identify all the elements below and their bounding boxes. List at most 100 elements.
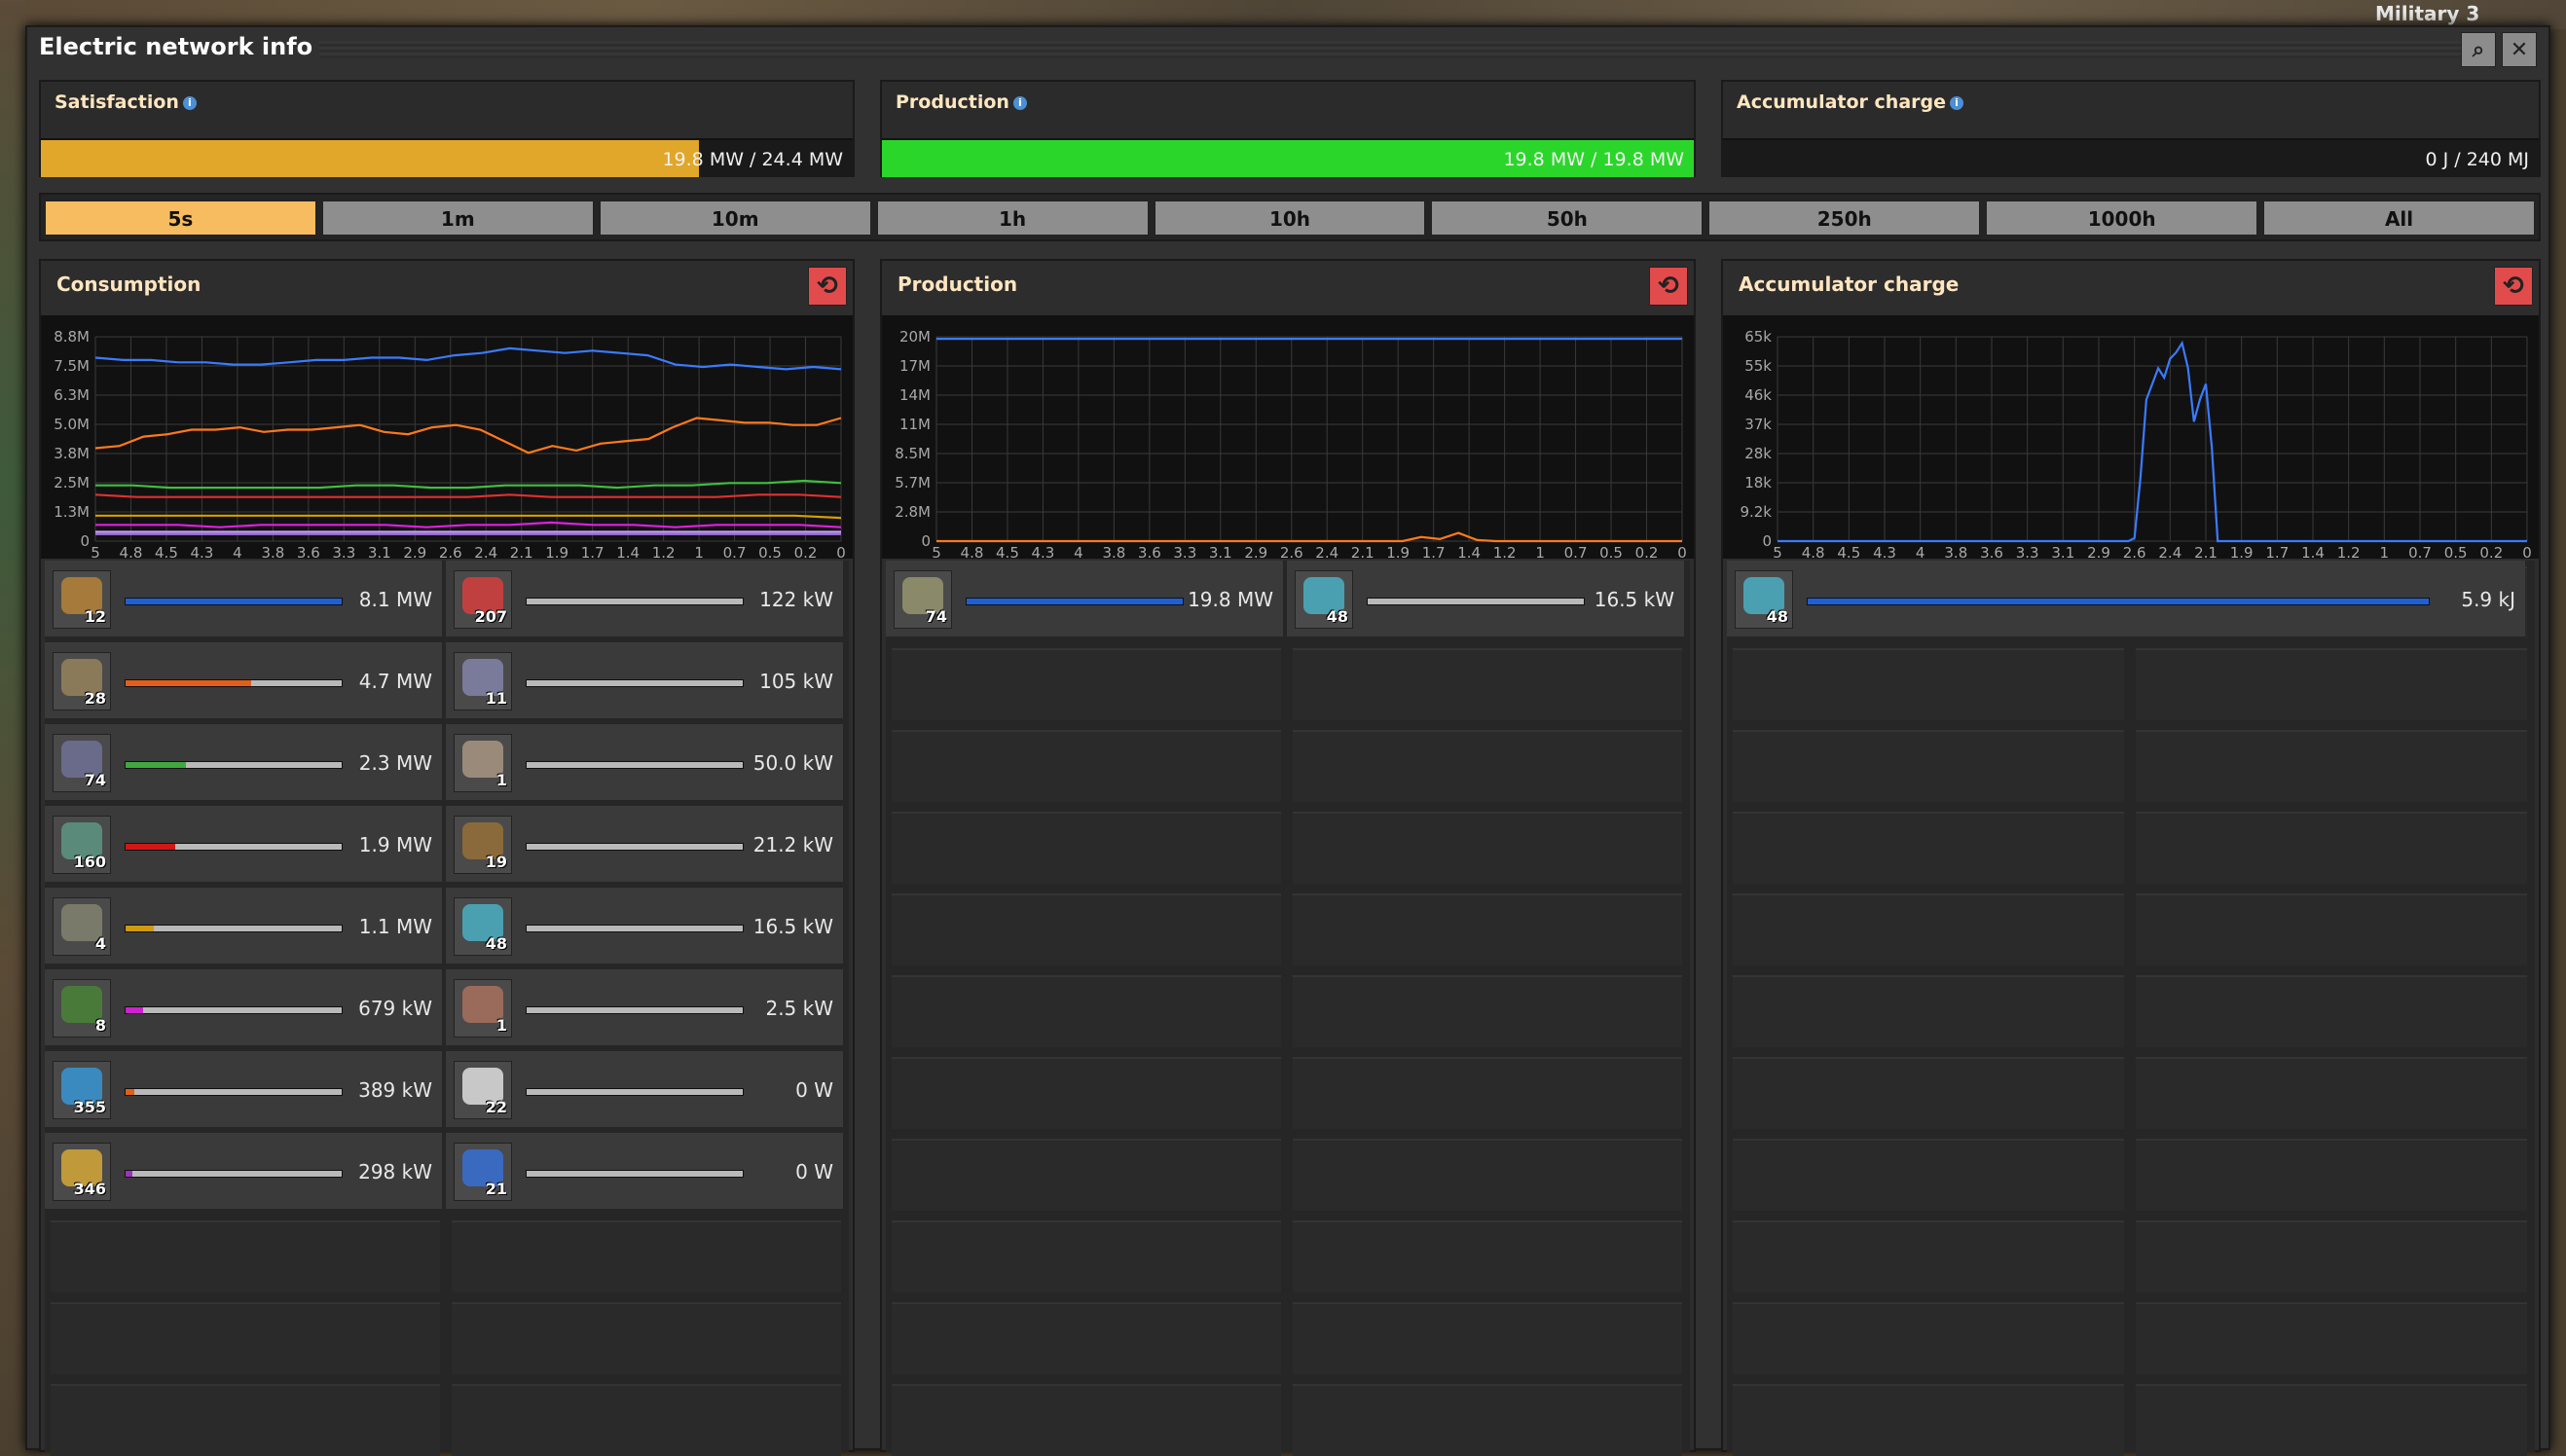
chem-plant-icon[interactable]: 8 <box>53 979 111 1037</box>
reset-icon: ⟲ <box>817 272 838 301</box>
satisfaction-panel: Satisfaction i 19.8 MW / 24.4 MW <box>39 80 855 177</box>
usage-bar <box>125 1088 343 1096</box>
entity-row[interactable]: 22 0 W <box>446 1051 843 1129</box>
entity-row[interactable]: 355 389 kW <box>45 1051 442 1129</box>
time-button-50h[interactable]: 50h <box>1431 200 1704 236</box>
info-icon[interactable]: i <box>182 95 197 110</box>
usage-bar <box>125 1006 343 1014</box>
entity-row[interactable]: 74 2.3 MW <box>45 724 442 802</box>
empty-slot <box>892 893 1281 965</box>
entity-row[interactable]: 8 679 kW <box>45 969 442 1047</box>
globe-icon[interactable]: 21 <box>454 1143 512 1201</box>
reset-button[interactable]: ⟲ <box>1649 267 1688 306</box>
miner-icon[interactable]: 74 <box>53 734 111 792</box>
entity-row[interactable]: 11 105 kW <box>446 642 843 720</box>
roboport-icon[interactable]: 1 <box>454 734 512 792</box>
title-bar[interactable]: Electric network info ⌕ ✕ <box>27 27 2548 72</box>
satisfaction-label: Satisfaction <box>55 91 179 113</box>
x-tick-label: 5 <box>91 544 100 559</box>
accumulator-icon[interactable]: 48 <box>1295 570 1353 629</box>
time-button-10h[interactable]: 10h <box>1154 200 1426 236</box>
graph-background <box>1723 315 2539 559</box>
entity-row[interactable]: 19 21.2 kW <box>446 806 843 884</box>
entity-row[interactable]: 21 0 W <box>446 1133 843 1211</box>
time-button-all[interactable]: All <box>2263 200 2535 236</box>
x-tick-label: 2.6 <box>439 544 462 559</box>
entity-row[interactable]: 28 4.7 MW <box>45 642 442 720</box>
reset-button[interactable]: ⟲ <box>2494 267 2533 306</box>
satisfaction-bar: 19.8 MW / 24.4 MW <box>41 138 853 177</box>
accumulator-value: 0 J / 240 MJ <box>2425 149 2529 170</box>
inserter-icon[interactable]: 207 <box>454 570 512 629</box>
lab-icon[interactable]: 11 <box>454 652 512 710</box>
time-button-1h[interactable]: 1h <box>876 200 1149 236</box>
refinery-icon[interactable]: 4 <box>53 897 111 956</box>
y-tick-label: 3.8M <box>54 445 90 462</box>
x-tick-label: 2.9 <box>1244 544 1267 559</box>
belt-inserter-icon[interactable]: 355 <box>53 1061 111 1119</box>
lamp-icon[interactable]: 22 <box>454 1061 512 1119</box>
x-tick-label: 0.7 <box>1564 544 1588 559</box>
time-button-10m[interactable]: 10m <box>599 200 871 236</box>
entity-row[interactable]: 1 50.0 kW <box>446 724 843 802</box>
entity-power-value: 4.7 MW <box>358 670 432 693</box>
entity-row[interactable]: 74 19.8 MW <box>886 561 1283 638</box>
production-bar: 19.8 MW / 19.8 MW <box>882 138 1694 177</box>
x-tick-label: 1.7 <box>2265 544 2289 559</box>
entity-row[interactable]: 207 122 kW <box>446 561 843 638</box>
entity-row[interactable]: 160 1.9 MW <box>45 806 442 884</box>
y-tick-label: 17M <box>899 357 931 375</box>
info-icon[interactable]: i <box>1012 95 1027 110</box>
time-button-1m[interactable]: 1m <box>321 200 594 236</box>
entity-row[interactable]: 12 8.1 MW <box>45 561 442 638</box>
usage-bar <box>526 679 744 687</box>
empty-slot <box>1733 1384 2124 1456</box>
reset-button[interactable]: ⟲ <box>808 267 847 306</box>
usage-bar <box>125 761 343 769</box>
empty-slot <box>1733 812 2124 884</box>
x-tick-label: 0.7 <box>723 544 747 559</box>
empty-slot <box>892 1384 1281 1456</box>
entity-row[interactable]: 1 2.5 kW <box>446 969 843 1047</box>
x-tick-label: 3.3 <box>1173 544 1196 559</box>
entity-power-value: 1.9 MW <box>358 833 432 856</box>
accumulator-icon[interactable]: 48 <box>1735 570 1793 629</box>
entity-count: 12 <box>84 607 106 626</box>
time-button-1000h[interactable]: 1000h <box>1986 200 2258 236</box>
time-button-5s[interactable]: 5s <box>45 200 316 236</box>
entity-row[interactable]: 48 16.5 kW <box>446 888 843 965</box>
furnace-icon[interactable]: 28 <box>53 652 111 710</box>
empty-slot <box>51 1220 440 1292</box>
x-tick-label: 0.5 <box>2444 544 2468 559</box>
search-button[interactable]: ⌕ <box>2461 32 2496 67</box>
steam-engine-icon[interactable]: 74 <box>894 570 952 629</box>
y-tick-label: 55k <box>1744 357 1772 375</box>
x-tick-label: 2.4 <box>1315 544 1338 559</box>
entity-count: 355 <box>73 1098 106 1116</box>
usage-bar-fill <box>1808 599 2429 604</box>
pump-icon[interactable]: 19 <box>454 816 512 874</box>
entity-power-value: 0 W <box>795 1078 833 1102</box>
long-inserter-icon[interactable]: 346 <box>53 1143 111 1201</box>
drag-handle[interactable] <box>319 41 2471 58</box>
time-button-250h[interactable]: 250h <box>1708 200 1981 236</box>
section-title: Production <box>898 273 1018 296</box>
usage-bar-fill <box>126 680 251 686</box>
close-button[interactable]: ✕ <box>2502 32 2537 67</box>
x-tick-label: 2.1 <box>2194 544 2218 559</box>
accumulator-icon[interactable]: 48 <box>454 897 512 956</box>
accumulator-label: Accumulator charge <box>1737 91 1947 113</box>
turret-icon[interactable]: 160 <box>53 816 111 874</box>
radar-icon[interactable]: 1 <box>454 979 512 1037</box>
entity-row[interactable]: 346 298 kW <box>45 1133 442 1211</box>
x-tick-label: 3.6 <box>297 544 320 559</box>
x-tick-label: 3.6 <box>1980 544 2003 559</box>
entity-row[interactable]: 48 16.5 kW <box>1287 561 1684 638</box>
consumption-list: 12 8.1 MW 207 122 kW 28 4.7 MW 11 105 kW 74 2.3 M… <box>45 561 849 1456</box>
y-tick-label: 2.8M <box>895 503 931 521</box>
entity-row[interactable]: 4 1.1 MW <box>45 888 442 965</box>
entity-row[interactable]: 48 5.9 kJ <box>1727 561 2525 638</box>
info-icon[interactable]: i <box>1950 95 1964 110</box>
empty-slot <box>1733 648 2124 720</box>
assembler-icon[interactable]: 12 <box>53 570 111 629</box>
